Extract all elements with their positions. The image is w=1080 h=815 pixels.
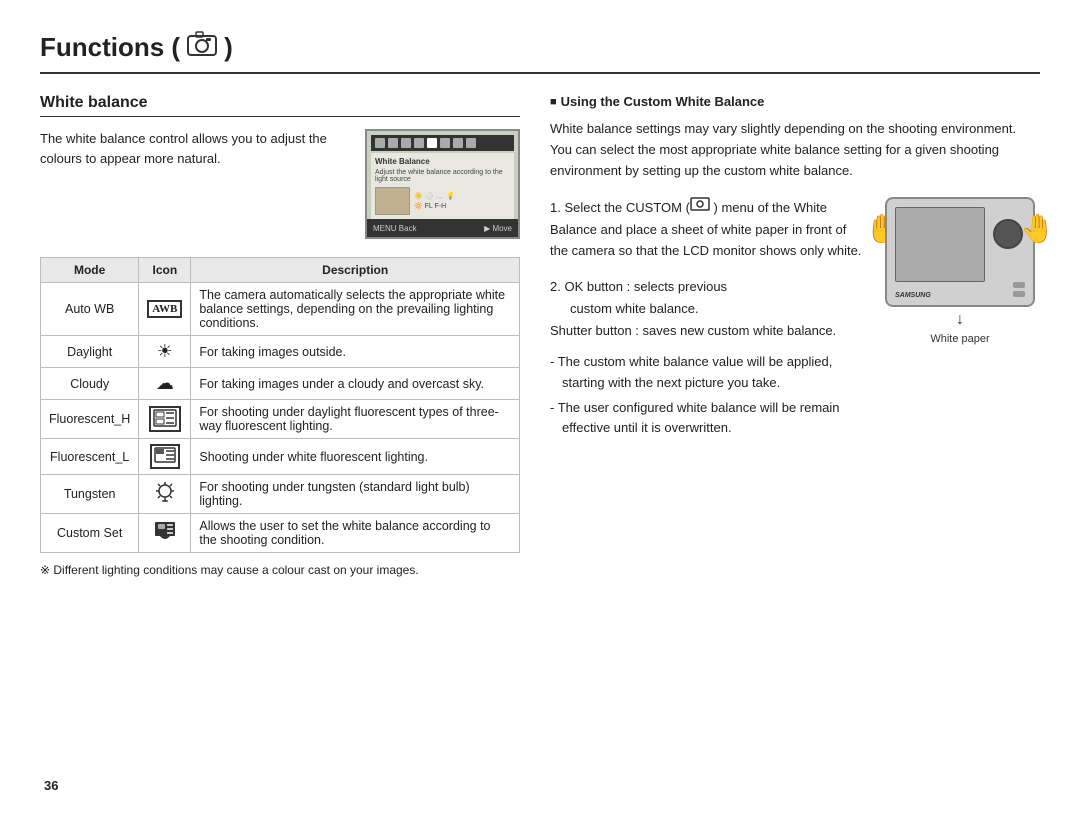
icon-auto-wb: AWB <box>139 283 191 336</box>
desc-custom: Allows the user to set the white balance… <box>191 514 520 553</box>
cam-btn-2 <box>1013 291 1025 297</box>
icon-daylight: ☀ <box>139 336 191 368</box>
desc-cloudy: For taking images under a cloudy and ove… <box>191 368 520 400</box>
right-column: Using the Custom White Balance White bal… <box>550 94 1040 577</box>
step2-row: 2. OK button : selects previous custom w… <box>550 276 864 320</box>
title-suffix: ) <box>224 32 233 63</box>
intro-row: The white balance control allows you to … <box>40 129 520 239</box>
camera-illustration: 🤚 SAMSUNG 🤚 ↓ White paper <box>880 197 1040 443</box>
title-text: Functions ( <box>40 32 180 63</box>
col-header-mode: Mode <box>41 258 139 283</box>
table-row: Tungsten <box>41 475 520 514</box>
title-icon <box>186 30 218 64</box>
bullet-1: - The custom white balance value will be… <box>550 352 864 394</box>
camera-hands: 🤚 SAMSUNG 🤚 <box>885 197 1035 307</box>
mode-cloudy: Cloudy <box>41 368 139 400</box>
bullet-2: - The user configured white balance will… <box>550 398 864 440</box>
step3-label: Shutter button <box>550 323 632 338</box>
mode-daylight: Daylight <box>41 336 139 368</box>
cloud-icon: ☁ <box>156 373 174 393</box>
mode-tungsten: Tungsten <box>41 475 139 514</box>
mode-custom: Custom Set <box>41 514 139 553</box>
icon-fluor-l <box>139 439 191 475</box>
left-column: White balance The white balance control … <box>40 94 520 577</box>
white-paper-label: White paper <box>880 333 1040 345</box>
mode-auto-wb: Auto WB <box>41 283 139 336</box>
camera-screen-mockup: White Balance Adjust the white balance a… <box>365 129 520 239</box>
intro-text: The white balance control allows you to … <box>40 129 349 168</box>
custom-wb-body: White balance settings may vary slightly… <box>550 119 1040 181</box>
col-header-icon: Icon <box>139 258 191 283</box>
white-balance-table: Mode Icon Description Auto WB AWB The ca… <box>40 257 520 553</box>
step-1: 1. Select the CUSTOM ( ) menu of the Whi… <box>550 197 864 261</box>
mode-fluor-l: Fluorescent_L <box>41 439 139 475</box>
desc-fluor-l: Shooting under white fluorescent lightin… <box>191 439 520 475</box>
table-row: Fluorescent_L Shooting unde <box>41 439 520 475</box>
main-content: White balance The white balance control … <box>40 94 1040 577</box>
sun-icon: ☀ <box>157 341 173 361</box>
icon-cloudy: ☁ <box>139 368 191 400</box>
table-row: Auto WB AWB The camera automatically sel… <box>41 283 520 336</box>
desc-fluor-h: For shooting under daylight fluorescent … <box>191 400 520 439</box>
table-row: Daylight ☀ For taking images outside. <box>41 336 520 368</box>
table-row: Fluorescent_H <box>41 400 520 439</box>
step3-row: Shutter button : saves new custom white … <box>550 320 864 342</box>
camera-buttons <box>1013 282 1025 297</box>
fluorescent-l-icon <box>150 444 180 469</box>
fluorescent-h-icon <box>149 406 181 432</box>
step2-cont: custom white balance. <box>550 298 864 320</box>
camera-screen2 <box>895 207 985 282</box>
mode-fluor-h: Fluorescent_H <box>41 400 139 439</box>
bullets: - The custom white balance value will be… <box>550 352 864 439</box>
icon-custom <box>139 514 191 553</box>
page-number: 36 <box>44 778 58 793</box>
desc-daylight: For taking images outside. <box>191 336 520 368</box>
step3-value: : saves new custom white balance. <box>635 323 836 338</box>
cam-btn-1 <box>1013 282 1025 288</box>
tungsten-icon <box>154 487 176 507</box>
custom-set-icon <box>153 532 177 546</box>
camera-body: SAMSUNG <box>885 197 1035 307</box>
camera-lens <box>993 219 1023 249</box>
icon-fluor-h <box>139 400 191 439</box>
samsung-logo: SAMSUNG <box>895 292 931 299</box>
steps-text: 1. Select the CUSTOM ( ) menu of the Whi… <box>550 197 864 443</box>
page-title: Functions ( ) <box>40 30 1040 74</box>
icon-tungsten <box>139 475 191 514</box>
desc-tungsten: For shooting under tungsten (standard li… <box>191 475 520 514</box>
col-header-desc: Description <box>191 258 520 283</box>
custom-wb-title: Using the Custom White Balance <box>550 94 1040 109</box>
table-row: Cloudy ☁ For taking images under a cloud… <box>41 368 520 400</box>
ok-shutter-info: 2. OK button : selects previous custom w… <box>550 276 864 342</box>
desc-auto-wb: The camera automatically selects the app… <box>191 283 520 336</box>
hand-right-icon: 🤚 <box>1020 212 1055 245</box>
step2-label: 2. OK button <box>550 279 623 294</box>
arrow-icon: ↓ <box>880 311 1040 329</box>
table-row: Custom Set <box>41 514 520 553</box>
step2-value: : selects previous <box>627 279 727 294</box>
steps-section: 1. Select the CUSTOM ( ) menu of the Whi… <box>550 197 1040 443</box>
footnote: ※ Different lighting conditions may caus… <box>40 563 520 577</box>
section-title: White balance <box>40 94 520 117</box>
awb-icon: AWB <box>147 300 182 318</box>
step1-text: 1. Select the CUSTOM ( <box>550 200 690 215</box>
